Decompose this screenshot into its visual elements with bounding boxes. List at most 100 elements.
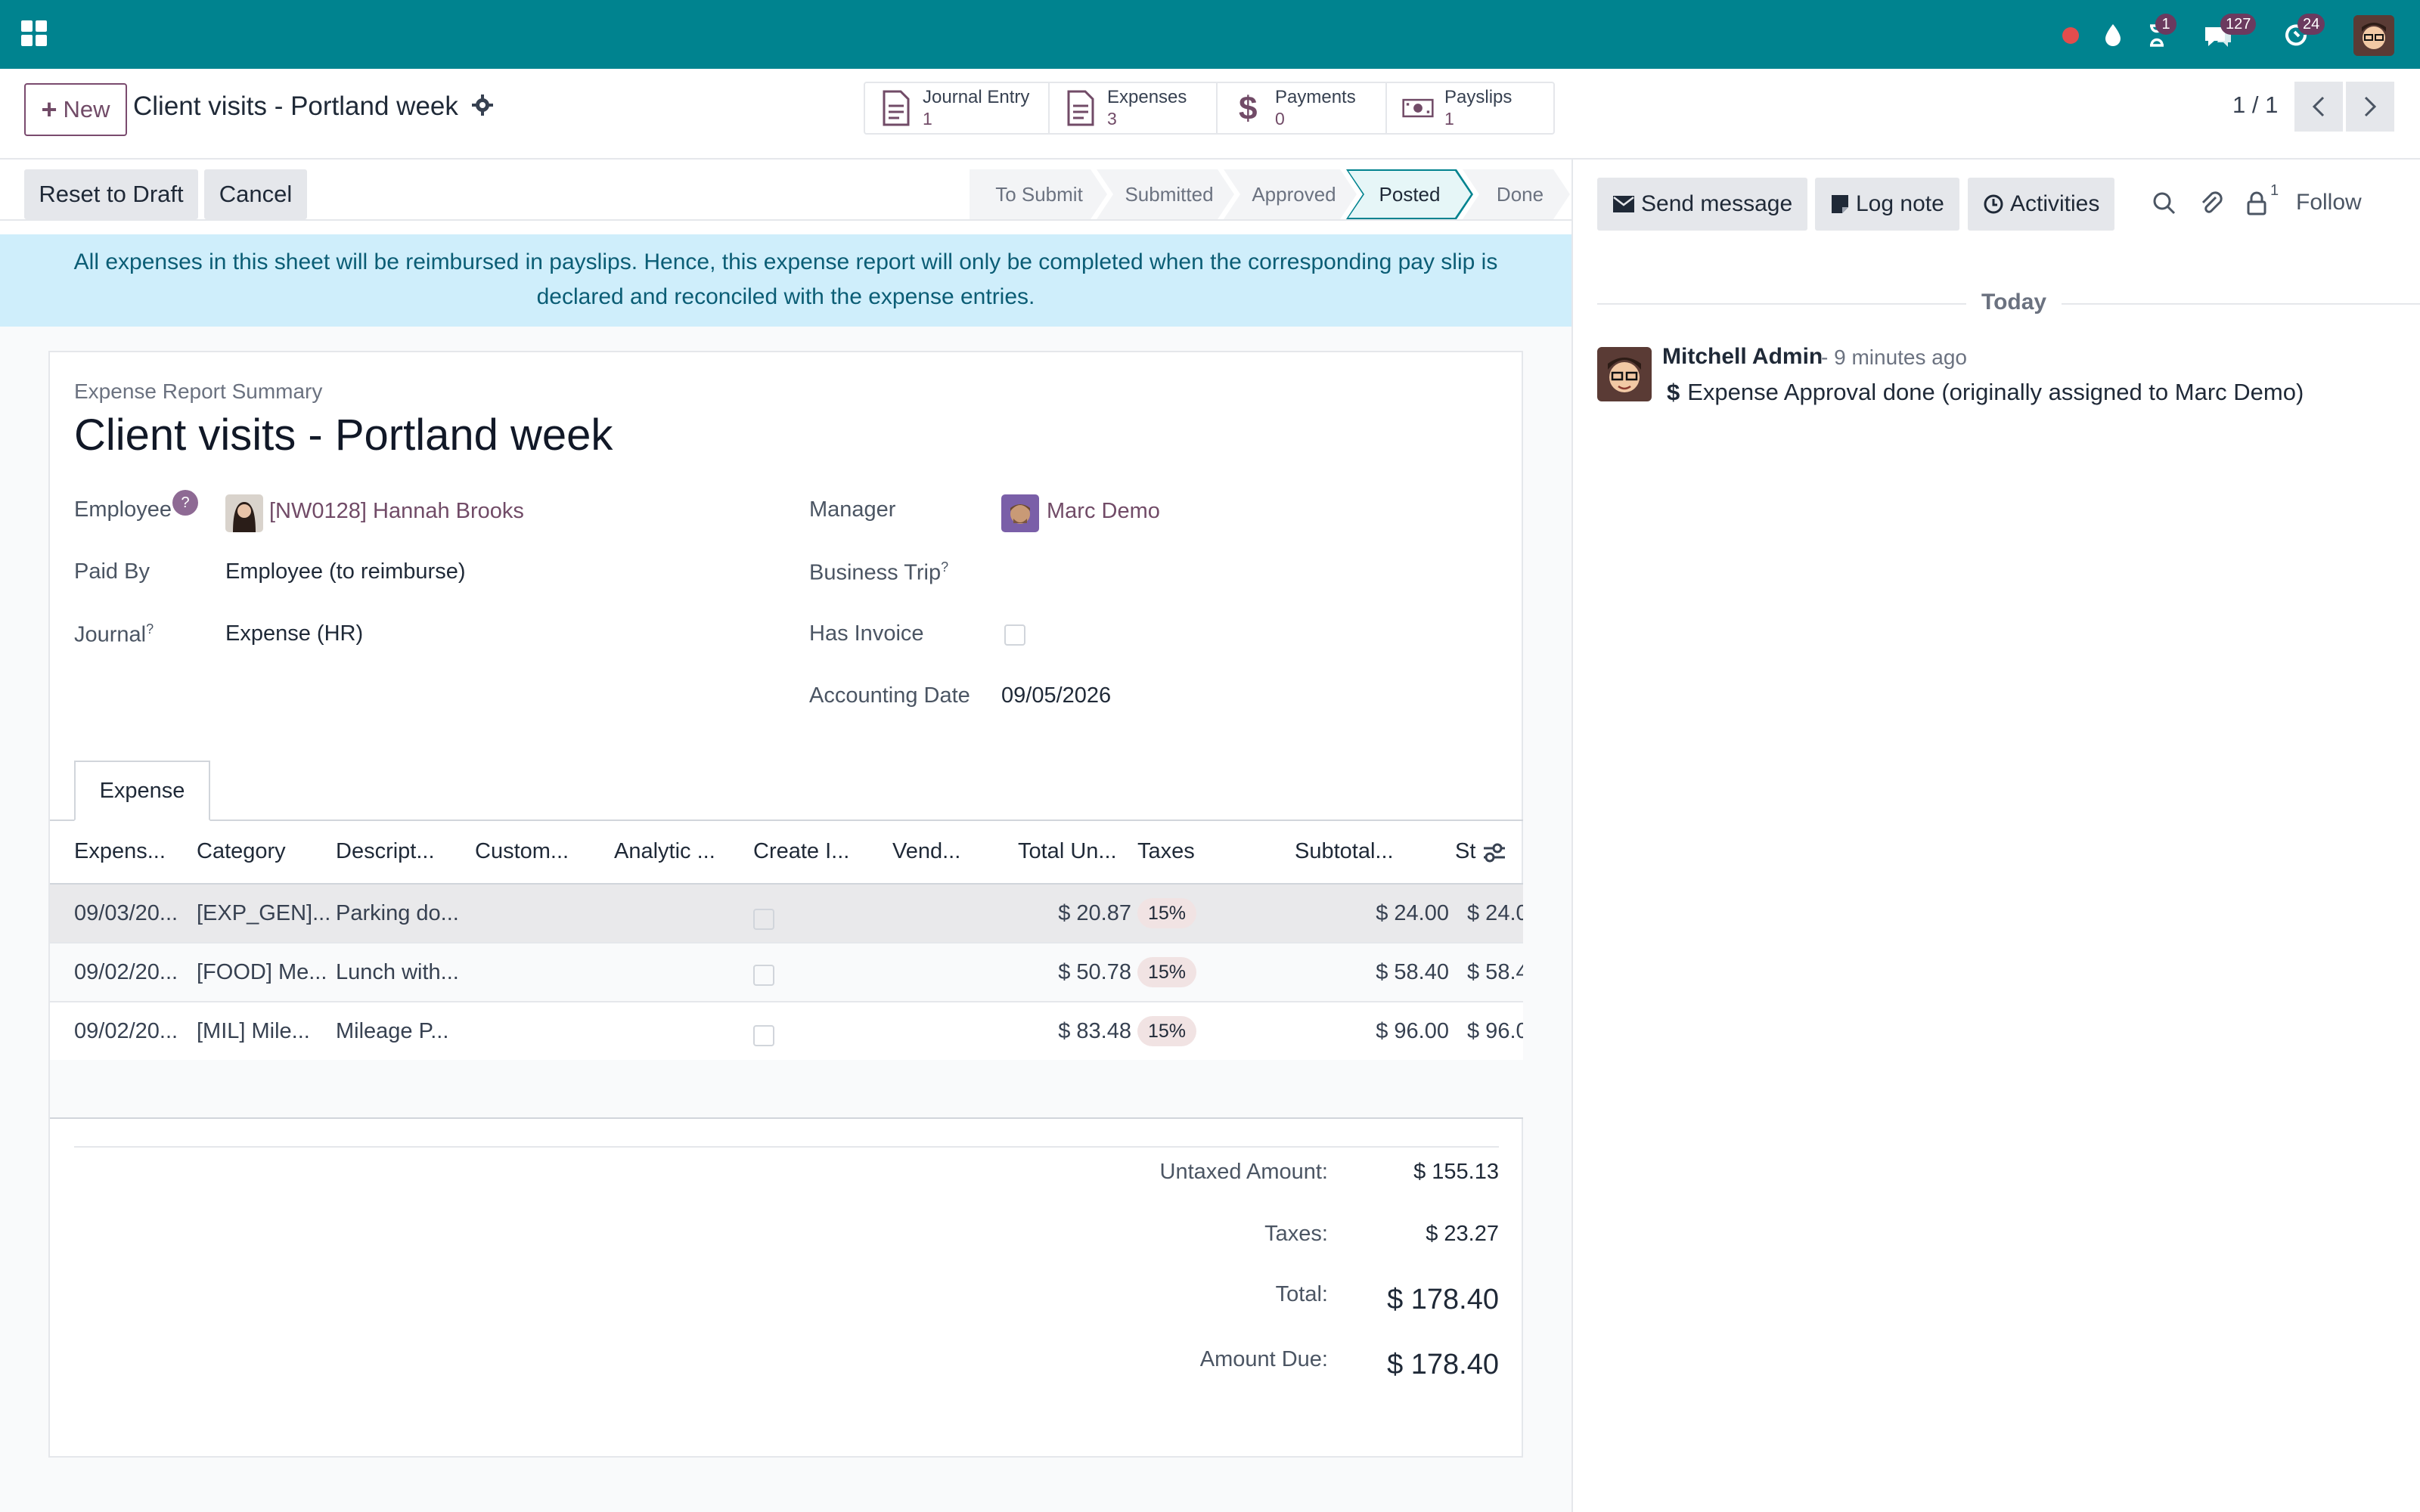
manager-field[interactable]: Marc Demo [1047,499,1160,524]
user-avatar[interactable] [2353,15,2394,56]
messages-icon[interactable]: 127 [2199,14,2257,53]
previous-record-button[interactable] [2294,82,2343,132]
accounting-date-label: Accounting Date [809,683,970,708]
plus-icon: + [41,94,57,125]
reset-to-draft-button[interactable]: Reset to Draft [24,169,198,219]
clock-icon [1984,194,2003,214]
help-icon[interactable]: ? [172,490,198,516]
updates-icon[interactable]: 24 [2278,14,2325,53]
journal-field[interactable]: Expense (HR) [225,621,363,646]
activity-clock-icon[interactable]: 1 [2139,14,2176,53]
tax-badge: 15% [1137,957,1197,987]
employee-field[interactable]: [NW0128] Hannah Brooks [269,499,524,524]
accounting-date-field[interactable]: 09/05/2026 [1001,683,1111,708]
create-invoice-checkbox[interactable] [753,965,774,986]
dollar-icon: $ [1667,379,1680,405]
cell-total-unit: $ 20.87 [1058,901,1131,925]
has-invoice-checkbox[interactable] [1004,624,1025,646]
form-statusbar: Reset to Draft Cancel To Submit Submitte… [0,168,1571,221]
tax-badge: 15% [1137,1016,1197,1046]
cell-date: 09/02/20... [74,1019,178,1043]
cell-description: Lunch with... [336,960,459,984]
activity-badge: 1 [2155,14,2176,35]
updates-badge: 24 [2297,14,2325,35]
optional-columns-icon[interactable] [1481,839,1508,866]
follow-button[interactable]: Follow [2296,190,2362,215]
paid-by-field[interactable]: Employee (to reimburse) [225,559,466,584]
col-header-customer[interactable]: Custom... [475,839,603,864]
smart-buttons: Journal Entry 1 Expenses 3 $ Payments 0 Pay… [864,82,1555,135]
stage-approved[interactable]: Approved [1224,169,1357,219]
create-invoice-checkbox[interactable] [753,909,774,930]
drop-icon[interactable] [2095,17,2131,53]
send-message-label: Send message [1641,191,1793,216]
smart-button-label: Journal Entry [923,87,1030,107]
manager-avatar [1001,494,1039,532]
cell-total-unit: $ 83.48 [1058,1019,1131,1043]
messages-badge: 127 [2220,14,2257,35]
col-header-subtotal-company[interactable]: St [1455,839,1478,864]
next-record-button[interactable] [2346,82,2394,132]
money-bill-icon [1402,98,1434,118]
recording-dot-icon[interactable] [2052,17,2089,53]
taxes-value: $ 23.27 [1426,1222,1499,1246]
untaxed-amount-value: $ 155.13 [1413,1160,1499,1184]
business-trip-tooltip-mark[interactable]: ? [941,559,948,575]
cell-category: [FOOD] Me... [197,960,327,984]
col-header-analytic[interactable]: Analytic ... [614,839,743,864]
stage-submitted[interactable]: Submitted [1097,169,1234,219]
col-header-subtotal[interactable]: Subtotal... [1295,839,1423,864]
table-row[interactable]: 09/02/20... [MIL] Mile... Mileage P... $… [50,1002,1523,1061]
smart-button-label: Payments [1275,87,1356,107]
business-trip-label: Business Trip? [809,559,948,586]
journal-entry-smart-button[interactable]: Journal Entry 1 [865,83,1050,133]
send-message-button[interactable]: Send message [1597,178,1808,231]
col-header-category[interactable]: Category [197,839,325,864]
cell-subtotal: $ 96.00 [1376,1019,1449,1043]
col-header-create-invoice[interactable]: Create I... [753,839,882,864]
cancel-button[interactable]: Cancel [204,169,307,219]
table-row[interactable]: 09/03/20... [EXP_GEN]... Parking do... $… [50,885,1523,943]
envelope-icon [1613,196,1634,212]
journal-tooltip-mark[interactable]: ? [146,621,154,637]
sheet-title: Client visits - Portland week [74,411,613,460]
payments-smart-button[interactable]: $ Payments 0 [1218,83,1387,133]
col-header-description[interactable]: Descript... [336,839,464,864]
expenses-smart-button[interactable]: Expenses 3 [1050,83,1218,133]
apps-menu-icon[interactable] [21,20,48,48]
totals-divider [74,1146,1499,1148]
lock-followers-icon[interactable] [2243,190,2270,217]
form-sheet: Expense Report Summary Client visits - P… [48,351,1523,1458]
col-header-expense-date[interactable]: Expens... [74,839,180,864]
total-value: $ 178.40 [1387,1284,1499,1315]
gear-icon[interactable] [470,93,495,117]
tab-expense[interactable]: Expense [74,761,210,821]
log-note-label: Log note [1856,191,1944,216]
stage-done[interactable]: Done [1463,169,1570,219]
paperclip-icon[interactable] [2198,190,2225,217]
journal-label: Journal? [74,621,154,648]
note-icon [1832,195,1848,213]
activities-button[interactable]: Activities [1968,178,2115,231]
stage-to-submit[interactable]: To Submit [970,169,1107,219]
log-note-button[interactable]: Log note [1815,178,1959,231]
activities-label: Activities [2010,191,2100,216]
author-avatar[interactable] [1597,347,1652,401]
col-header-vendor[interactable]: Vend... [892,839,983,864]
alert-line-2: declared and reconciled with the expense… [536,284,1035,309]
followers-count: 1 [2270,182,2279,199]
search-icon[interactable] [2151,190,2178,217]
smart-button-label: Expenses [1107,87,1187,107]
pager-value[interactable]: 1 / 1 [2232,91,2278,119]
create-invoice-checkbox[interactable] [753,1025,774,1046]
new-button[interactable]: + New [24,83,127,136]
cell-category: [EXP_GEN]... [197,901,331,925]
col-header-total-unit[interactable]: Total Un... [1018,839,1146,864]
cell-subtotal: $ 58.40 [1376,960,1449,984]
stage-posted-label: Posted [1348,171,1471,218]
stage-posted[interactable]: Posted [1346,169,1473,219]
table-row[interactable]: 09/02/20... [FOOD] Me... Lunch with... $… [50,943,1523,1002]
payslips-smart-button[interactable]: Payslips 1 [1387,83,1553,133]
message-author[interactable]: Mitchell Admin [1662,344,1823,370]
col-header-taxes[interactable]: Taxes [1137,839,1228,864]
